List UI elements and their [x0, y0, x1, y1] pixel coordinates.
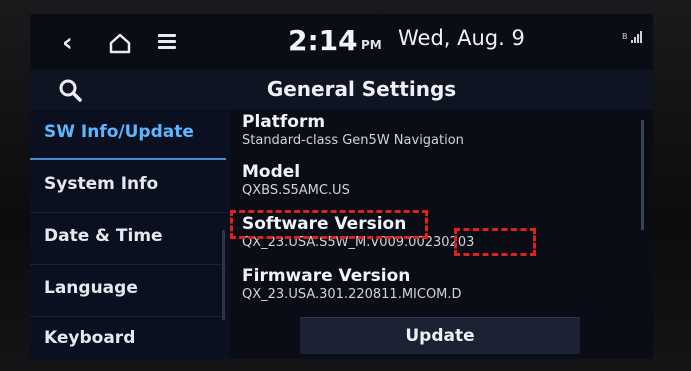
infotainment-screen: ‹ 2:14 PM Wed, Aug. 9 B General Settings…	[30, 14, 653, 359]
signal-strength-icon: B	[622, 31, 642, 43]
highlight-box-version-date	[454, 228, 536, 256]
setting-firmware-version: Firmware Version QX_23.USA.301.220811.MI…	[242, 266, 642, 302]
status-bar: ‹ 2:14 PM Wed, Aug. 9 B	[30, 14, 653, 70]
setting-model: Model QXBS.S5AMC.US	[242, 162, 642, 198]
update-button[interactable]: Update	[300, 317, 580, 354]
sidebar-item-sw-info-update[interactable]: SW Info/Update	[30, 110, 226, 160]
title-bar: General Settings	[30, 70, 653, 110]
setting-name: Model	[242, 162, 301, 182]
setting-platform: Platform Standard-class Gen5W Navigation	[242, 112, 642, 148]
setting-name: Platform	[242, 112, 326, 132]
sidebar-item-label: Date & Time	[44, 226, 163, 246]
settings-sidebar: SW Info/Update System Info Date & Time L…	[30, 110, 230, 359]
settings-content: Platform Standard-class Gen5W Navigation…	[230, 110, 653, 359]
sidebar-scrollbar[interactable]	[222, 230, 225, 320]
sidebar-item-label: SW Info/Update	[44, 122, 194, 142]
clock-time: 2:14	[288, 24, 358, 57]
date-display: Wed, Aug. 9	[398, 26, 525, 50]
home-icon[interactable]	[108, 32, 132, 54]
sidebar-item-label: System Info	[44, 174, 159, 194]
content-scrollbar[interactable]	[641, 120, 644, 230]
page-title: General Settings	[266, 77, 457, 101]
setting-value: QX_23.USA.301.220811.MICOM.D	[242, 287, 462, 302]
sidebar-item-keyboard[interactable]: Keyboard	[30, 316, 226, 359]
sidebar-item-system-info[interactable]: System Info	[30, 162, 226, 212]
back-chevron-icon[interactable]: ‹	[62, 30, 73, 56]
highlight-box-software-version	[230, 210, 428, 239]
setting-name: Firmware Version	[242, 266, 411, 286]
sidebar-item-date-time[interactable]: Date & Time	[30, 214, 226, 264]
active-indicator	[30, 158, 226, 160]
sidebar-item-label: Language	[44, 278, 138, 298]
clock-ampm: PM	[361, 38, 382, 52]
sidebar-item-language[interactable]: Language	[30, 266, 226, 316]
svg-text:B: B	[622, 32, 628, 41]
update-button-label: Update	[405, 326, 475, 346]
setting-value: QXBS.S5AMC.US	[242, 183, 350, 198]
divider	[30, 264, 226, 265]
divider	[30, 212, 226, 213]
menu-icon[interactable]	[158, 34, 176, 50]
setting-value: Standard-class Gen5W Navigation	[242, 133, 464, 148]
sidebar-item-label: Keyboard	[44, 328, 136, 348]
